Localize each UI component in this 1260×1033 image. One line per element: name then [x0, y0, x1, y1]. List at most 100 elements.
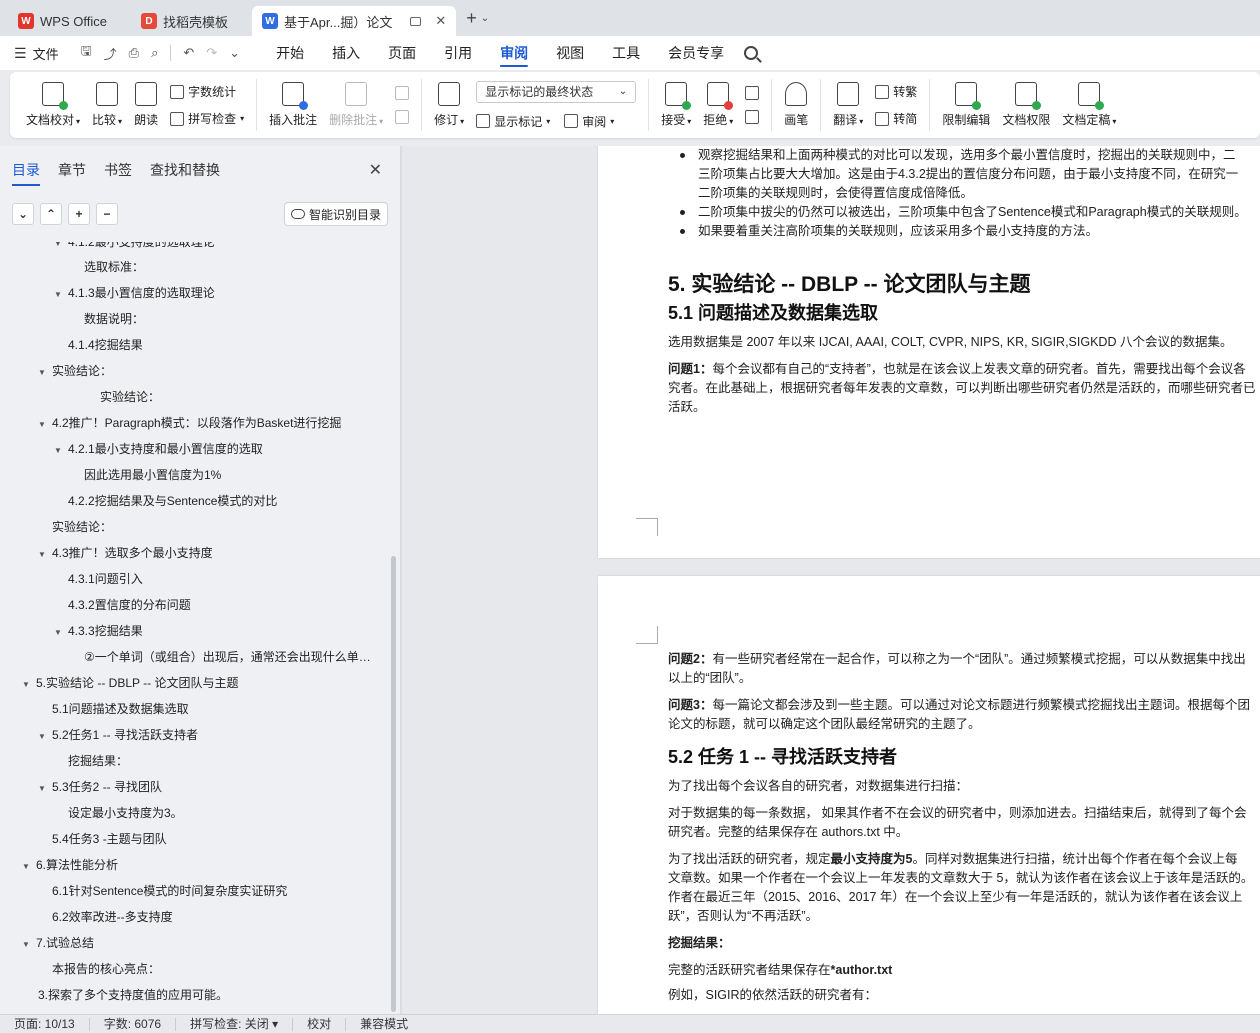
- tab-chapters[interactable]: 章节: [58, 160, 86, 180]
- translate-button[interactable]: 翻译 ▾: [827, 75, 869, 135]
- toc-item[interactable]: 实验结论：: [0, 514, 380, 540]
- remove-icon[interactable]: −: [96, 203, 118, 225]
- expand-arrow-icon[interactable]: ▼: [38, 776, 52, 800]
- menu-review[interactable]: 审阅: [486, 36, 542, 70]
- toc-item[interactable]: 5.1问题描述及数据集选取: [0, 696, 380, 722]
- accept-button[interactable]: 接受 ▾: [655, 75, 697, 135]
- toc-item[interactable]: 设定最小支持度为3。: [0, 800, 380, 826]
- toc-scrollbar[interactable]: [391, 556, 396, 1012]
- toc-item[interactable]: ▼ 4.1.3最小置信度的选取理论: [0, 280, 380, 306]
- toc-item[interactable]: 4.3.2置信度的分布问题: [0, 592, 380, 618]
- expand-arrow-icon[interactable]: ▼: [54, 242, 68, 248]
- toc-item[interactable]: 4.1.4挖掘结果: [0, 332, 380, 358]
- tab-wps-office[interactable]: W WPS Office: [8, 6, 117, 36]
- toc-item[interactable]: 4.2.2挖掘结果及与Sentence模式的对比: [0, 488, 380, 514]
- show-markup-button[interactable]: 显示标记 ▾: [476, 113, 550, 130]
- tab-document[interactable]: W 基于Apr...掘）论文 ✕: [251, 6, 457, 36]
- expand-arrow-icon[interactable]: ▼: [38, 360, 52, 384]
- toc-item[interactable]: ▼ 实验结论：: [0, 358, 380, 384]
- tab-find-replace[interactable]: 查找和替换: [150, 160, 220, 180]
- toc-item[interactable]: ▼ 4.2.1最小支持度和最小置信度的选取: [0, 436, 380, 462]
- close-tab-icon[interactable]: ✕: [435, 13, 446, 29]
- insert-comment-button[interactable]: 插入批注: [263, 75, 323, 135]
- review-pane-button[interactable]: 审阅 ▾: [564, 113, 614, 130]
- chevron-down-icon[interactable]: ⌄: [481, 13, 489, 24]
- toc-item[interactable]: ▼ 4.2推广！Paragraph模式：以段落作为Basket进行挖掘: [0, 410, 380, 436]
- track-changes-button[interactable]: 修订 ▾: [428, 75, 470, 135]
- toc-item[interactable]: ▼ 6.算法性能分析: [0, 852, 380, 878]
- window-icon[interactable]: [410, 16, 422, 26]
- to-simplified-button[interactable]: 转简: [875, 110, 917, 127]
- toc-item[interactable]: ▼ 4.3.3挖掘结果: [0, 618, 380, 644]
- toc-item[interactable]: ▼ 5.3任务2 -- 寻找团队: [0, 774, 380, 800]
- doc-check-button[interactable]: 文档校对 ▾: [20, 75, 86, 135]
- search-icon[interactable]: [744, 46, 759, 60]
- menu-reference[interactable]: 引用: [430, 36, 486, 70]
- chevron-down-icon[interactable]: ⌄: [229, 45, 240, 61]
- toc-item[interactable]: 选取标准：: [0, 254, 380, 280]
- toc-item[interactable]: ②一个单词（或组合）出现后，通常还会出现什么单词？: [0, 644, 380, 670]
- toc-item[interactable]: 3.探索了多个支持度值的应用可能。: [0, 982, 380, 1008]
- expand-arrow-icon[interactable]: ▼: [38, 542, 52, 566]
- proof-indicator[interactable]: 校对: [293, 1017, 347, 1031]
- menu-tools[interactable]: 工具: [598, 36, 654, 70]
- expand-arrow-icon[interactable]: ▼: [22, 672, 36, 696]
- next-change-button[interactable]: [745, 110, 760, 124]
- expand-arrow-icon[interactable]: ▼: [54, 438, 68, 462]
- print-preview-icon[interactable]: ⌕: [151, 45, 158, 61]
- toc-item[interactable]: 因此选用最小置信度为1%: [0, 462, 380, 488]
- toc-item[interactable]: 6.1针对Sentence模式的时间复杂度实证研究: [0, 878, 380, 904]
- menu-home[interactable]: 开始: [262, 36, 318, 70]
- toc-item[interactable]: ▼ 5.2任务1 -- 寻找活跃支持者: [0, 722, 380, 748]
- file-menu[interactable]: 文件: [33, 44, 59, 63]
- restrict-edit-button[interactable]: 限制编辑: [936, 75, 996, 135]
- pen-button[interactable]: 画笔: [778, 75, 814, 135]
- expand-arrow-icon[interactable]: ▼: [54, 620, 68, 644]
- toc-item[interactable]: 数据说明：: [0, 306, 380, 332]
- menu-view[interactable]: 视图: [542, 36, 598, 70]
- spell-check-indicator[interactable]: 拼写检查: 关闭 ▾: [176, 1017, 294, 1031]
- doc-finalize-button[interactable]: 文档定稿 ▾: [1056, 75, 1122, 135]
- new-tab-icon[interactable]: +: [466, 8, 477, 29]
- doc-permission-button[interactable]: 文档权限: [996, 75, 1056, 135]
- to-traditional-button[interactable]: 转繁: [875, 83, 917, 100]
- toc-item[interactable]: 5.4任务3 -主题与团队: [0, 826, 380, 852]
- compare-button[interactable]: 比较 ▾: [86, 75, 128, 135]
- toc-item[interactable]: 实验结论：: [0, 384, 380, 410]
- menu-member[interactable]: 会员专享: [654, 36, 738, 70]
- add-icon[interactable]: +: [68, 203, 90, 225]
- tab-template[interactable]: D 找稻壳模板: [131, 6, 238, 36]
- toc-item[interactable]: 本报告的核心亮点：: [0, 956, 380, 982]
- delete-comment-button[interactable]: 删除批注 ▾: [323, 75, 389, 135]
- save-icon[interactable]: 🖫: [81, 42, 92, 64]
- expand-arrow-icon[interactable]: ▼: [38, 724, 52, 748]
- toc-item[interactable]: 4.3.1问题引入: [0, 566, 380, 592]
- word-count-indicator[interactable]: 字数: 6076: [90, 1017, 177, 1031]
- toc-item[interactable]: 挖掘结果：: [0, 748, 380, 774]
- menu-insert[interactable]: 插入: [318, 36, 374, 70]
- next-comment-button[interactable]: [395, 110, 410, 124]
- redo-icon[interactable]: ↷: [206, 45, 217, 61]
- toc-item[interactable]: ▼ 7.试验总结: [0, 930, 380, 956]
- smart-toc-button[interactable]: 智能识别目录: [283, 202, 388, 226]
- markup-state-select[interactable]: 显示标记的最终状态 ⌄: [476, 80, 637, 103]
- menu-page[interactable]: 页面: [374, 36, 430, 70]
- spell-check-button[interactable]: 拼写检查 ▾: [170, 110, 244, 127]
- page-indicator[interactable]: 页面: 10/13: [0, 1017, 90, 1031]
- expand-arrow-icon[interactable]: ▼: [22, 854, 36, 878]
- print-icon[interactable]: ⎙: [129, 45, 139, 61]
- close-icon[interactable]: ✕: [369, 160, 382, 180]
- hamburger-icon[interactable]: ☰: [14, 45, 27, 62]
- collapse-up-icon[interactable]: ⌃: [40, 203, 62, 225]
- undo-icon[interactable]: ↶: [183, 45, 194, 61]
- tab-toc[interactable]: 目录: [12, 160, 40, 186]
- toc-item[interactable]: ▼ 4.1.2最小支持度的选取理论: [0, 242, 380, 254]
- expand-arrow-icon[interactable]: ▼: [54, 282, 68, 306]
- toc-item[interactable]: 6.2效率改进--多支持度: [0, 904, 380, 930]
- expand-down-icon[interactable]: ⌄: [12, 203, 34, 225]
- expand-arrow-icon[interactable]: ▼: [38, 412, 52, 436]
- expand-arrow-icon[interactable]: ▼: [22, 932, 36, 956]
- prev-change-button[interactable]: [745, 86, 760, 100]
- tab-bookmarks[interactable]: 书签: [104, 160, 132, 180]
- read-aloud-button[interactable]: 朗读: [128, 75, 164, 135]
